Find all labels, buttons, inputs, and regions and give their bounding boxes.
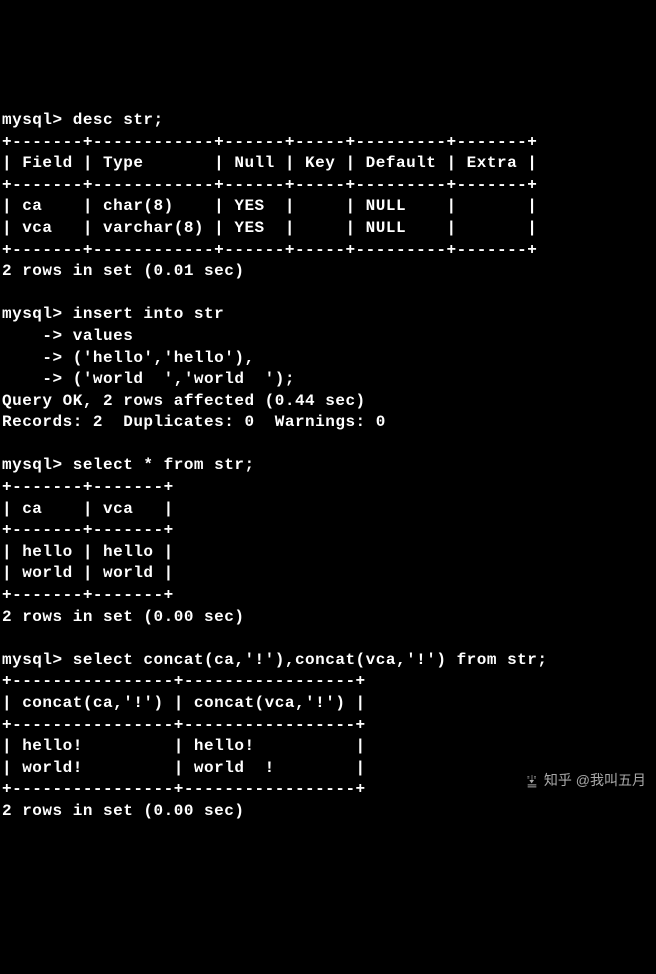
result-summary: 2 rows in set (0.00 sec)	[2, 608, 244, 626]
table-border: +-------+------------+------+-----+-----…	[2, 241, 537, 259]
result-summary: 2 rows in set (0.01 sec)	[2, 262, 244, 280]
terminal-output: mysql> desc str; +-------+------------+-…	[2, 88, 656, 822]
watermark: 知乎 @我叫五月	[524, 771, 646, 790]
prompt-line: mysql> insert into str	[2, 305, 224, 323]
table-border: +----------------+-----------------+	[2, 716, 366, 734]
zhihu-icon	[524, 773, 540, 789]
watermark-text: 知乎 @我叫五月	[544, 772, 646, 788]
table-row: | vca | varchar(8) | YES | | NULL | |	[2, 219, 537, 237]
continuation-line: -> ('hello','hello'),	[2, 349, 255, 367]
table-border: +----------------+-----------------+	[2, 780, 366, 798]
table-row: | world | world |	[2, 564, 174, 582]
table-border: +-------+-------+	[2, 478, 174, 496]
table-border: +-------+-------+	[2, 586, 174, 604]
table-row: | ca | char(8) | YES | | NULL | |	[2, 197, 537, 215]
table-border: +-------+------------+------+-----+-----…	[2, 133, 537, 151]
continuation-line: -> ('world ','world ');	[2, 370, 295, 388]
table-border: +-------+-------+	[2, 521, 174, 539]
table-border: +----------------+-----------------+	[2, 672, 366, 690]
table-row: | world! | world ! |	[2, 759, 366, 777]
table-border: +-------+------------+------+-----+-----…	[2, 176, 537, 194]
prompt-line: mysql> desc str;	[2, 111, 164, 129]
continuation-line: -> values	[2, 327, 133, 345]
prompt-line: mysql> select concat(ca,'!'),concat(vca,…	[2, 651, 547, 669]
query-stats: Records: 2 Duplicates: 0 Warnings: 0	[2, 413, 386, 431]
query-result: Query OK, 2 rows affected (0.44 sec)	[2, 392, 366, 410]
table-header: | ca | vca |	[2, 500, 174, 518]
table-header: | Field | Type | Null | Key | Default | …	[2, 154, 537, 172]
result-summary: 2 rows in set (0.00 sec)	[2, 802, 244, 820]
table-row: | hello! | hello! |	[2, 737, 366, 755]
table-header: | concat(ca,'!') | concat(vca,'!') |	[2, 694, 366, 712]
table-row: | hello | hello |	[2, 543, 174, 561]
prompt-line: mysql> select * from str;	[2, 456, 255, 474]
